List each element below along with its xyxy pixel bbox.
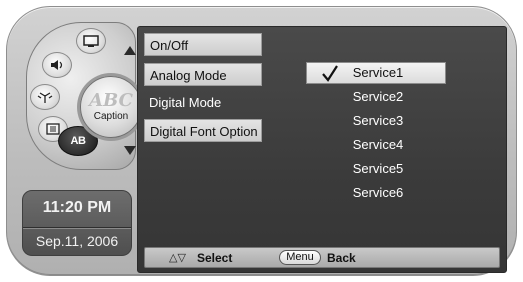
menu-item-analog-mode[interactable]: Analog Mode: [144, 63, 262, 86]
service-option[interactable]: Service6: [338, 182, 418, 204]
service-option[interactable]: Service4: [338, 134, 418, 156]
caption-label: Caption: [93, 111, 129, 122]
clock-panel: 11:20 PM Sep.11, 2006: [22, 190, 132, 256]
menu-button[interactable]: Menu: [279, 250, 321, 265]
speaker-icon[interactable]: [42, 52, 72, 78]
caption-button[interactable]: ABC Caption: [80, 76, 142, 138]
service-option[interactable]: Service1: [338, 62, 418, 84]
arrow-up-icon[interactable]: [124, 46, 136, 55]
menu-item-digital-font-option[interactable]: Digital Font Option: [144, 119, 262, 142]
service-option[interactable]: Service2: [338, 86, 418, 108]
menu-item-digital-mode[interactable]: Digital Mode: [144, 91, 262, 114]
arrow-down-icon[interactable]: [124, 146, 136, 155]
screen-icon[interactable]: [76, 28, 106, 54]
feature-dial: AB ABC Caption: [18, 22, 142, 172]
clock-divider: [23, 227, 131, 228]
service-option[interactable]: Service3: [338, 110, 418, 132]
caption-menu-panel: On/Off Analog Mode Digital Mode Digital …: [137, 26, 507, 273]
antenna-icon[interactable]: [30, 84, 60, 110]
time-display: 11:20 PM: [42, 199, 112, 216]
ab-label: AB: [70, 135, 86, 147]
help-back-label: Back: [327, 251, 356, 265]
menu-item-on-off[interactable]: On/Off: [144, 33, 262, 56]
updown-arrows-icon: △▽: [169, 252, 186, 264]
checkmark-icon: [322, 65, 338, 82]
abc-watermark: ABC: [89, 90, 133, 111]
help-select-label: Select: [197, 251, 233, 265]
help-bar: △▽ Select Menu Back: [144, 247, 500, 268]
service-option[interactable]: Service5: [338, 158, 418, 180]
date-display: Sep.11, 2006: [35, 233, 119, 249]
